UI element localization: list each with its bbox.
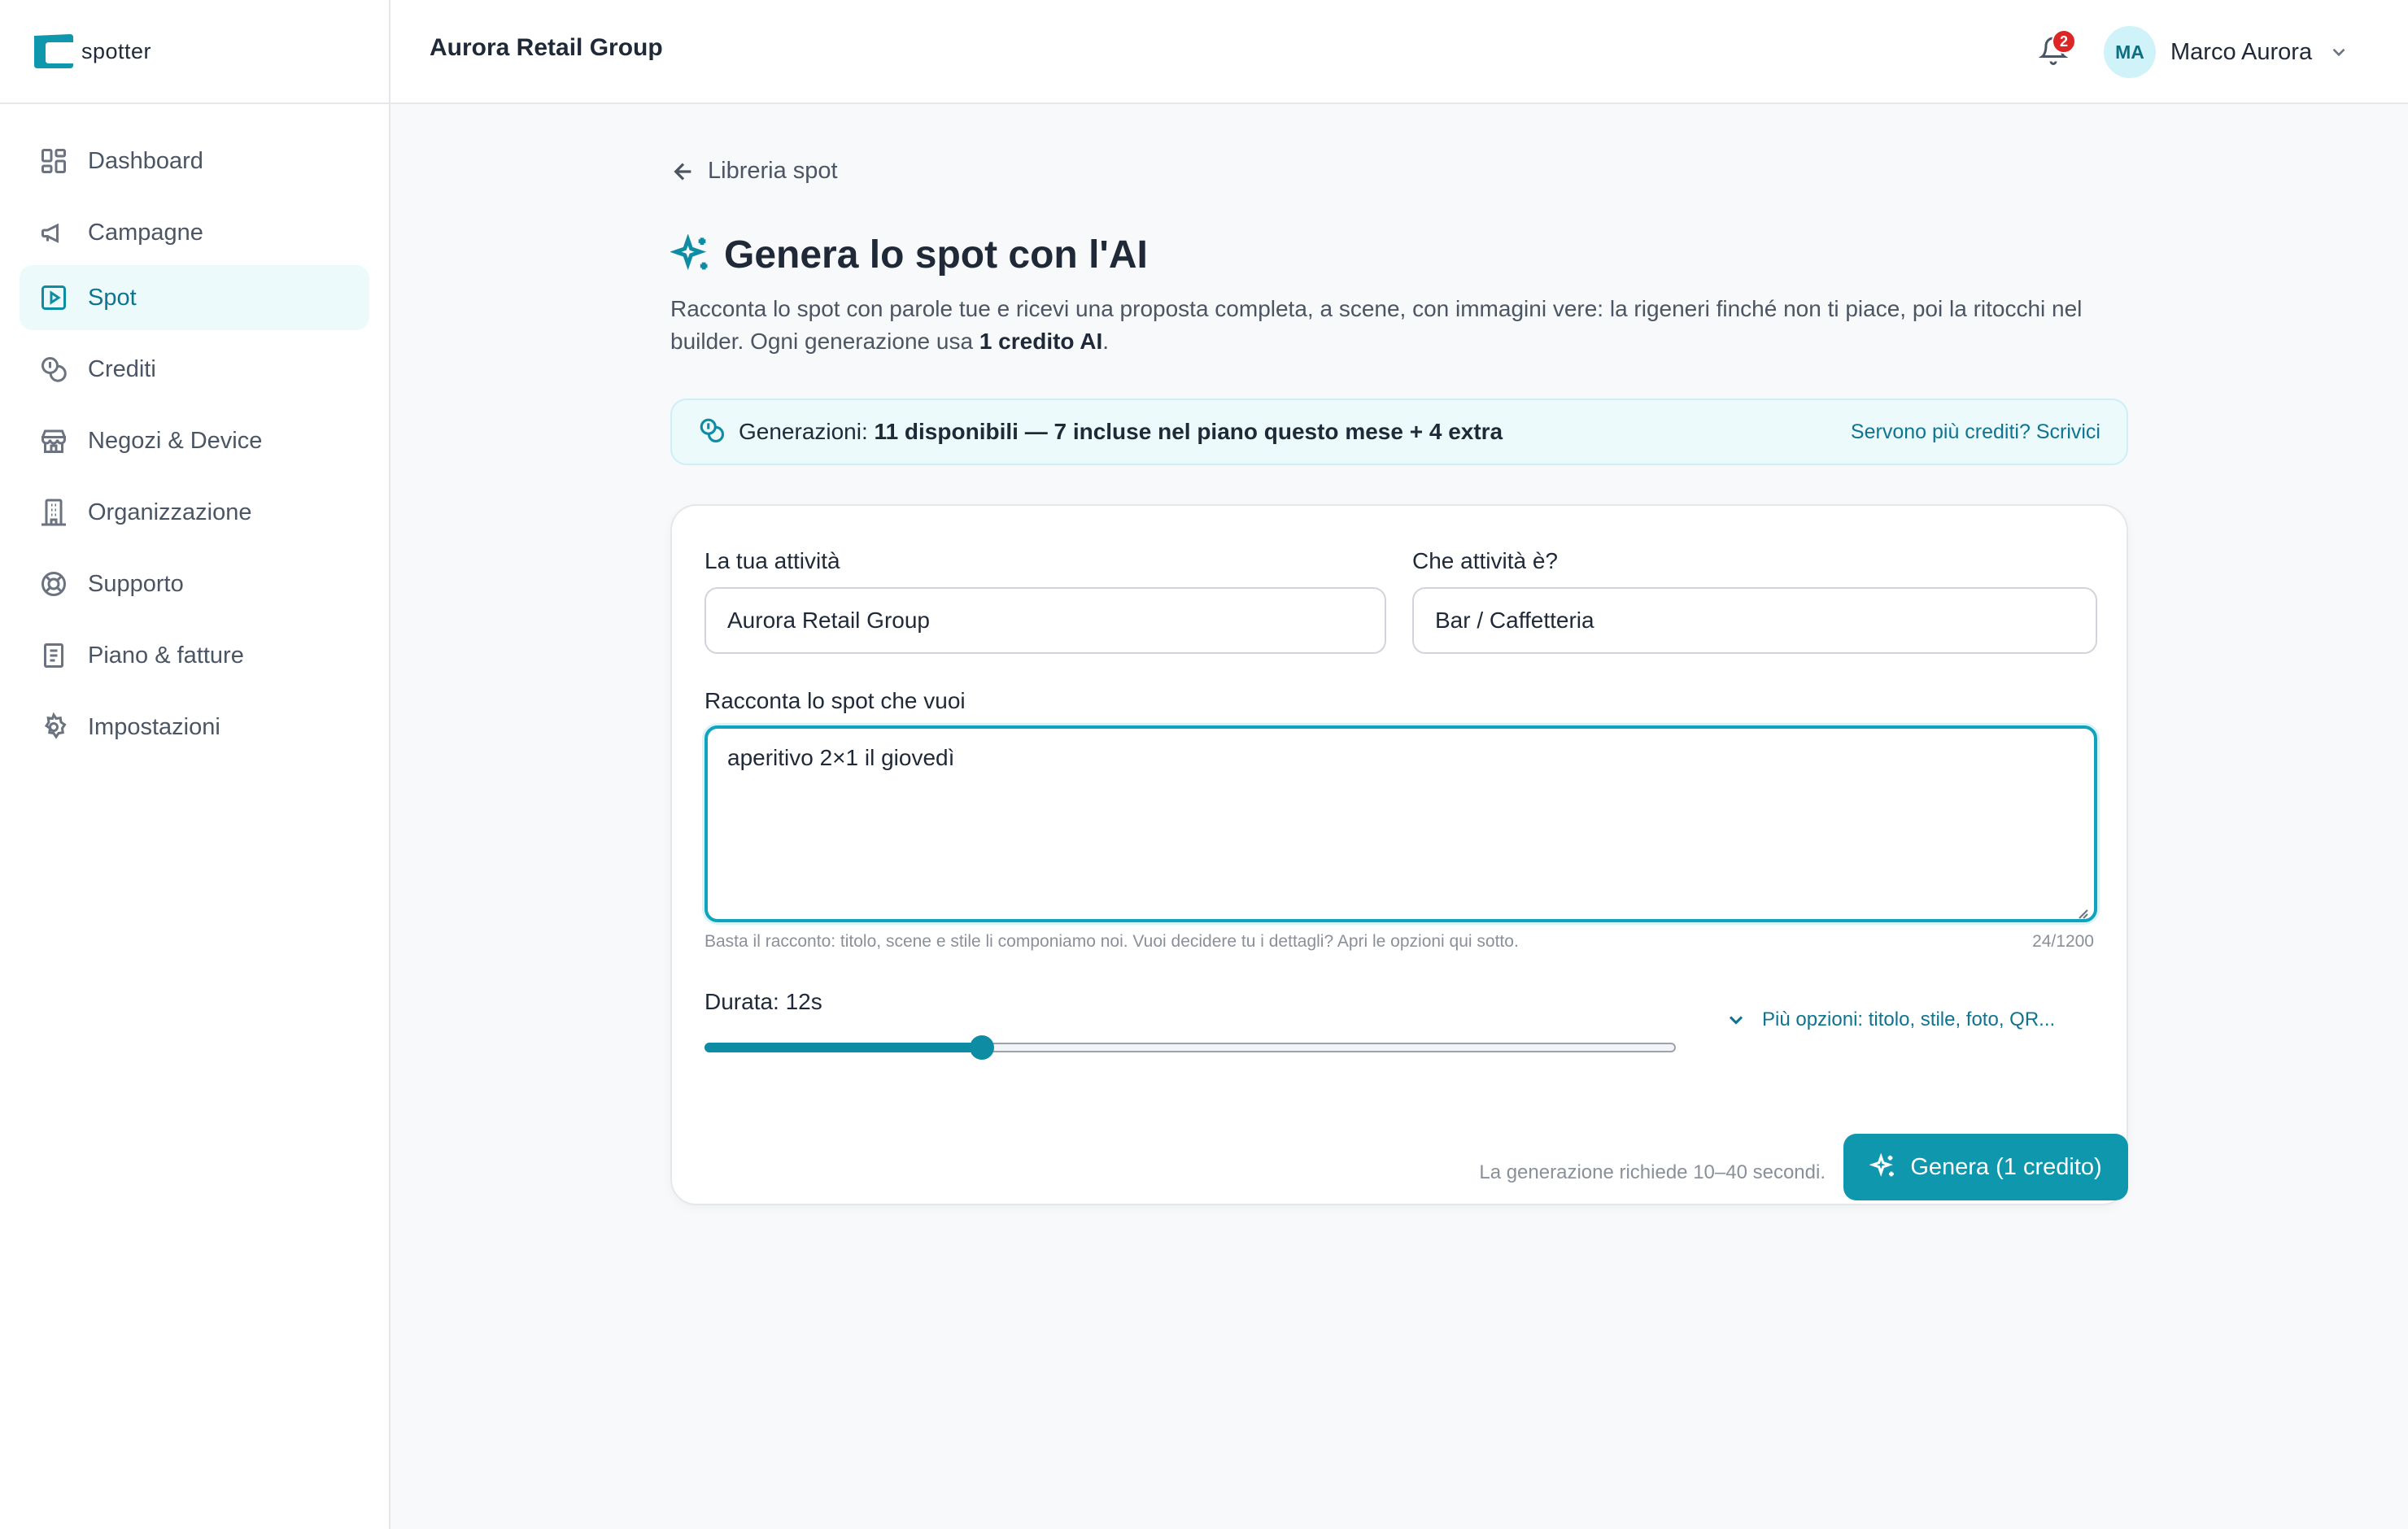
avatar: MA [2104,26,2156,78]
more-options-toggle[interactable]: Più opzioni: titolo, stile, foto, QR... [1725,1008,2055,1031]
story-hint: Basta il racconto: titolo, scene e stile… [705,932,1519,951]
notifications-badge: 2 [2052,29,2076,54]
page-title: Genera lo spot con l'AI [670,233,1148,277]
sidebar-item-impostazioni[interactable]: Impostazioni [20,695,369,760]
request-credits-link[interactable]: Servono più crediti? Scrivici [1851,420,2100,444]
resize-handle-icon[interactable] [2074,900,2089,919]
sidebar-item-label: Piano & fatture [88,642,244,669]
sidebar-item-label: Impostazioni [88,713,220,740]
gear-icon [39,712,68,742]
business-name-input[interactable]: Aurora Retail Group [705,587,1386,654]
store-icon [39,426,68,455]
intro-text-end: . [1102,329,1110,354]
sidebar: spotter Dashboard Campagne Spot Crediti … [0,0,390,1529]
slider-thumb[interactable] [970,1035,995,1060]
sidebar-item-label: Spot [88,284,137,311]
sidebar-item-crediti[interactable]: Crediti [20,337,369,402]
sidebar-item-campagne[interactable]: Campagne [20,200,369,265]
character-counter: 24/1200 [2032,932,2094,951]
story-text: aperitivo 2×1 il giovedì [727,745,955,770]
megaphone-icon [39,218,68,247]
sidebar-item-label: Campagne [88,219,203,246]
generate-button[interactable]: Genera (1 credito) [1843,1134,2128,1200]
sidebar-item-negozi[interactable]: Negozi & Device [20,408,369,473]
sparkles-icon [670,233,708,270]
sidebar-item-label: Negozi & Device [88,427,263,454]
sidebar-item-label: Dashboard [88,147,203,174]
generate-button-label: Genera (1 credito) [1910,1153,2102,1180]
sidebar-item-label: Organizzazione [88,499,252,525]
user-menu[interactable]: MA Marco Aurora [2104,26,2349,78]
story-label: Racconta lo spot che vuoi [705,688,966,713]
intro-text-bold: 1 credito AI [979,329,1103,354]
back-link[interactable]: Libreria spot [670,158,838,185]
sidebar-item-piano[interactable]: Piano & fatture [20,623,369,688]
sidebar-item-organizzazione[interactable]: Organizzazione [20,480,369,545]
duration-label: Durata: 12s [705,989,822,1014]
sidebar-item-spot[interactable]: Spot [20,265,369,330]
page-title-text: Genera lo spot con l'AI [724,233,1148,277]
duration-slider[interactable] [705,1035,1676,1061]
credits-count: 11 disponibili — 7 incluse nel piano que… [874,419,1503,444]
chevron-down-icon [2328,41,2349,63]
sidebar-item-dashboard[interactable]: Dashboard [20,129,369,194]
intro-text: Racconta lo spot con parole tue e ricevi… [670,293,2102,358]
lifebuoy-icon [39,569,68,599]
story-textarea[interactable]: aperitivo 2×1 il giovedì [705,725,2097,922]
play-square-icon [39,283,68,312]
business-label: La tua attività [705,548,840,573]
business-type-label: Che attività è? [1412,548,1558,573]
sidebar-nav: Dashboard Campagne Spot Crediti Negozi &… [0,0,389,740]
dashboard-icon [39,146,68,176]
sidebar-item-label: Crediti [88,355,156,382]
back-link-label: Libreria spot [708,158,838,184]
slider-fill [705,1043,983,1052]
credits-prefix: Generazioni: [739,419,875,444]
credits-text: Generazioni: 11 disponibili — 7 incluse … [739,419,1503,445]
topbar: Aurora Retail Group 2 MA Marco Aurora [390,0,2408,104]
business-type-input[interactable]: Bar / Caffetteria [1412,587,2097,654]
sidebar-item-label: Supporto [88,570,184,597]
chevron-down-icon [1729,1016,1743,1025]
intro-text-main: Racconta lo spot con parole tue e ricevi… [670,296,2083,354]
receipt-icon [39,641,68,670]
generation-form-card: La tua attività Aurora Retail Group Che … [670,504,2128,1205]
user-name: Marco Aurora [2170,38,2313,65]
generation-time-note: La generazione richiede 10–40 secondi. [1479,1161,1826,1183]
more-options-label: Più opzioni: titolo, stile, foto, QR... [1762,1008,2056,1030]
building-icon [39,498,68,527]
coins-icon [698,416,726,448]
sparkles-icon [1869,1153,1895,1177]
sidebar-item-supporto[interactable]: Supporto [20,551,369,616]
credits-banner: Generazioni: 11 disponibili — 7 incluse … [670,399,2128,465]
arrow-left-icon [674,163,691,180]
org-title: Aurora Retail Group [430,34,663,61]
coins-icon [39,355,68,384]
